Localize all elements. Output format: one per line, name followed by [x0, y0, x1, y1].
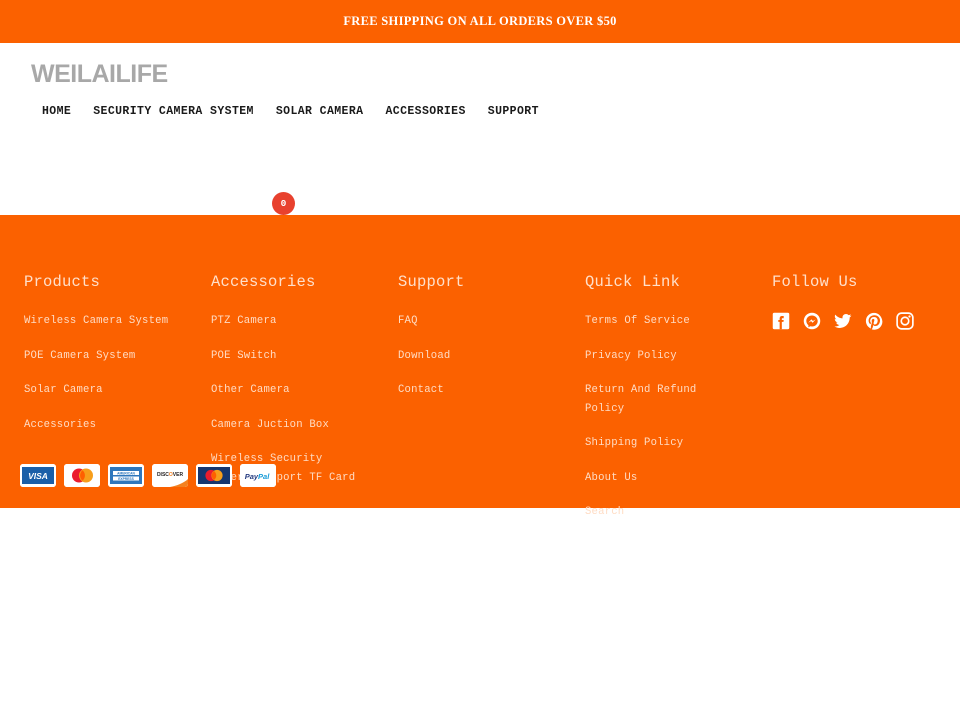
announcement-bar: FREE SHIPPING ON ALL ORDERS OVER $50 — [0, 0, 960, 43]
footer-link-faq[interactable]: FAQ — [398, 312, 548, 331]
footer-link-ptz-camera[interactable]: PTZ Camera — [211, 312, 361, 331]
footer-column-follow-us: Follow Us — [772, 273, 960, 538]
nav-item-security-camera-system[interactable]: SECURITY CAMERA SYSTEM — [93, 105, 254, 118]
nav-item-accessories[interactable]: ACCESSORIES — [385, 105, 465, 118]
footer-link-about-us[interactable]: About Us — [585, 469, 735, 488]
footer-heading-accessories: Accessories — [211, 273, 316, 291]
svg-text:AMERICAN: AMERICAN — [117, 471, 135, 475]
footer-column-accessories: Accessories PTZ Camera POE Switch Other … — [211, 273, 398, 538]
messenger-icon[interactable] — [803, 312, 821, 330]
svg-text:DISCOVER: DISCOVER — [157, 472, 184, 478]
footer-link-return-and-refund-policy[interactable]: Return And Refund Policy — [585, 381, 735, 418]
site-logo[interactable]: WEILAILIFE — [31, 60, 168, 89]
site-footer: Products Wireless Camera System POE Came… — [0, 215, 960, 518]
social-links — [772, 312, 960, 330]
nav-item-home[interactable]: HOME — [42, 105, 71, 118]
svg-text:PayPal: PayPal — [245, 472, 271, 481]
footer-link-solar-camera[interactable]: Solar Camera — [24, 381, 174, 400]
nav-item-solar-camera[interactable]: SOLAR CAMERA — [276, 105, 364, 118]
footer-heading-follow-us: Follow Us — [772, 273, 858, 291]
twitter-icon[interactable] — [834, 312, 852, 330]
footer-column-quick-link: Quick Link Terms Of Service Privacy Poli… — [585, 273, 772, 538]
visa-icon: VISA — [20, 464, 56, 487]
payment-methods: VISA AMERICAN EXPRESS DISCOVER PayPal — [20, 464, 276, 487]
instagram-icon[interactable] — [896, 312, 914, 330]
american-express-icon: AMERICAN EXPRESS — [108, 464, 144, 487]
footer-link-poe-switch[interactable]: POE Switch — [211, 347, 361, 366]
site-header: WEILAILIFE HOME SECURITY CAMERA SYSTEM S… — [0, 43, 960, 215]
facebook-icon[interactable] — [772, 312, 790, 330]
footer-heading-products: Products — [24, 273, 101, 291]
footer-column-products: Products Wireless Camera System POE Came… — [24, 273, 211, 538]
footer-link-download[interactable]: Download — [398, 347, 548, 366]
footer-link-camera-juction-box[interactable]: Camera Juction Box — [211, 416, 361, 435]
announcement-text: FREE SHIPPING ON ALL ORDERS OVER $50 — [343, 14, 617, 28]
footer-link-contact[interactable]: Contact — [398, 381, 548, 400]
mastercard-icon — [64, 464, 100, 487]
footer-columns: Products Wireless Camera System POE Came… — [0, 273, 960, 538]
footer-link-poe-camera-system[interactable]: POE Camera System — [24, 347, 174, 366]
footer-link-shipping-policy[interactable]: Shipping Policy — [585, 434, 735, 453]
nav-item-support[interactable]: SUPPORT — [488, 105, 539, 118]
footer-link-other-camera[interactable]: Other Camera — [211, 381, 361, 400]
footer-heading-quick-link: Quick Link — [585, 273, 681, 291]
cart-button[interactable]: 0 — [272, 192, 295, 215]
pinterest-icon[interactable] — [865, 312, 883, 330]
footer-link-terms-of-service[interactable]: Terms Of Service — [585, 312, 735, 331]
footer-heading-support: Support — [398, 273, 465, 291]
maestro-icon — [196, 464, 232, 487]
footer-link-search[interactable]: Search — [585, 503, 735, 522]
discover-icon: DISCOVER — [152, 464, 188, 487]
footer-link-accessories[interactable]: Accessories — [24, 416, 174, 435]
footer-link-wireless-camera-system[interactable]: Wireless Camera System — [24, 312, 174, 331]
footer-column-support: Support FAQ Download Contact — [398, 273, 585, 538]
main-navigation: HOME SECURITY CAMERA SYSTEM SOLAR CAMERA… — [42, 105, 539, 118]
page-bottom-whitespace — [0, 508, 960, 720]
cart-count-badge: 0 — [272, 192, 295, 215]
svg-text:EXPRESS: EXPRESS — [118, 477, 134, 481]
paypal-icon: PayPal — [240, 464, 276, 487]
footer-link-privacy-policy[interactable]: Privacy Policy — [585, 347, 735, 366]
svg-text:VISA: VISA — [28, 471, 48, 481]
